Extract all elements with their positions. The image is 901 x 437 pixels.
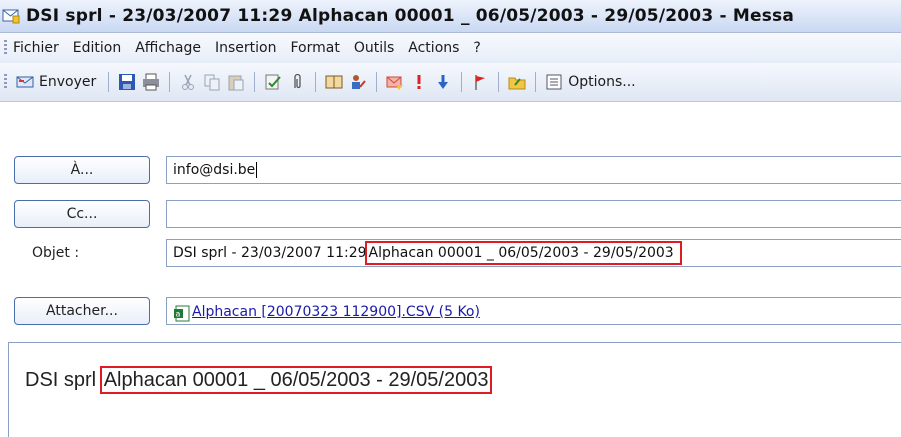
menu-bar: Fichier Edition Affichage Insertion Form… [0,33,901,63]
menu-grip-handle[interactable] [4,40,7,56]
attach-button[interactable]: Attacher... [14,297,150,325]
attachment-link[interactable]: Alphacan [20070323 112900].CSV (5 Ko) [192,304,480,320]
message-window-icon [2,7,20,25]
low-importance-icon[interactable] [434,73,452,91]
toolbar-separator [535,72,537,92]
attachments-field[interactable]: a Alphacan [20070323 112900].CSV (5 Ko) [166,297,901,325]
attach-icon[interactable] [288,73,306,91]
toolbar-separator [498,72,500,92]
message-header-area: À... info@dsi.be Cc... Objet : DSI sprl … [0,102,901,340]
toolbar-separator [376,72,378,92]
options-button[interactable]: Options... [542,73,636,91]
send-label: Envoyer [39,74,97,90]
toolbar-separator [254,72,256,92]
text-cursor [256,162,258,178]
high-importance-icon[interactable] [410,73,428,91]
menu-format[interactable]: Format [290,40,339,56]
menu-help[interactable]: ? [473,40,480,56]
check-names-icon[interactable] [264,73,282,91]
to-button[interactable]: À... [14,156,150,184]
copy-icon[interactable] [203,73,221,91]
subject-field[interactable]: DSI sprl - 23/03/2007 11:29 Alphacan 0000… [166,239,901,267]
options-label: Options... [568,74,636,90]
body-text: DSI sprl Alphacan 00001 _ 06/05/2003 - 2… [25,366,493,394]
permissions-icon[interactable] [349,73,367,91]
cut-icon[interactable] [179,73,197,91]
toolbar-separator [108,72,110,92]
toolbar-grip-handle[interactable] [4,74,7,90]
address-book-icon[interactable] [325,73,343,91]
svg-text:a: a [176,309,181,318]
to-value: info@dsi.be [173,162,256,178]
flag-icon[interactable] [386,73,404,91]
options-icon [545,73,563,91]
cc-field[interactable] [166,200,901,228]
paste-icon[interactable] [227,73,245,91]
toolbar-separator [461,72,463,92]
toolbar-separator [169,72,171,92]
cc-button[interactable]: Cc... [14,200,150,228]
csv-file-icon: a [173,304,190,321]
standard-toolbar: Envoyer Options... [0,63,901,102]
menu-fichier[interactable]: Fichier [13,40,59,56]
window-title: DSI sprl - 23/03/2007 11:29 Alphacan 000… [26,6,794,26]
folder-icon[interactable] [508,73,526,91]
subject-label: Objet : [32,245,80,261]
menu-insertion[interactable]: Insertion [215,40,276,56]
menu-outils[interactable]: Outils [354,40,394,56]
subject-highlight: Alphacan 00001 _ 06/05/2003 - 29/05/2003 [364,241,682,265]
save-icon[interactable] [118,73,136,91]
body-highlight: Alphacan 00001 _ 06/05/2003 - 29/05/2003 [99,366,493,394]
follow-up-icon[interactable] [471,73,489,91]
print-icon[interactable] [142,73,160,91]
send-icon [16,73,34,91]
message-body[interactable]: DSI sprl Alphacan 00001 _ 06/05/2003 - 2… [8,342,901,437]
body-prefix: DSI sprl [25,369,97,391]
menu-edition[interactable]: Edition [73,40,121,56]
to-field[interactable]: info@dsi.be [166,156,901,184]
toolbar-separator [315,72,317,92]
title-bar: DSI sprl - 23/03/2007 11:29 Alphacan 000… [0,0,901,33]
menu-actions[interactable]: Actions [408,40,459,56]
menu-affichage[interactable]: Affichage [135,40,201,56]
subject-prefix: DSI sprl - 23/03/2007 11:29 [173,245,367,261]
send-button[interactable]: Envoyer [13,73,96,91]
